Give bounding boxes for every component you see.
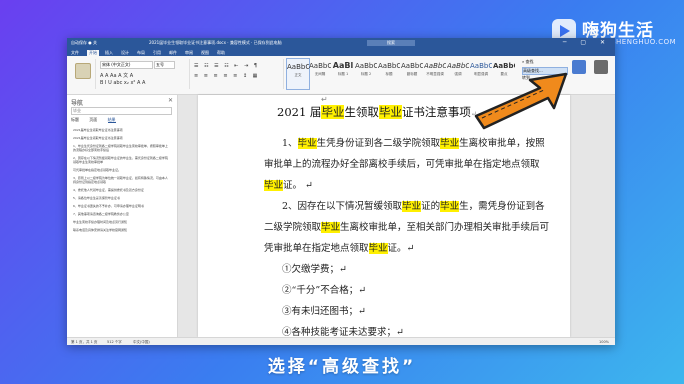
style-heading1[interactable]: AaBl 标题 1 — [332, 58, 354, 88]
para1-line3: 毕业证。 ↵ — [264, 180, 313, 191]
nav-title: 导航 — [71, 100, 84, 107]
title-search-box[interactable]: 搜索 — [367, 40, 415, 46]
nav-tab-results[interactable]: 结果 — [107, 117, 116, 123]
align-buttons[interactable]: ≡ ≡ ≡ ≡ ≡ ↕ ▦ — [194, 73, 259, 79]
list-item[interactable]: 联系电话及具体安排请关注学校官网通知 — [73, 228, 169, 232]
nav-tab-pages[interactable]: 页面 — [89, 117, 97, 122]
list-item[interactable]: 1、毕业生凭身份证到各二级学院领取毕业生离校审批单，按照审批单上的流程办好全部离… — [73, 144, 169, 152]
nav-search-input[interactable]: 毕业 — [71, 107, 172, 115]
document-title: 2021届毕业生领取毕业证书注意事项.docx · 兼容性模式 · 已保存到此电… — [149, 40, 282, 45]
list-item[interactable]: 6、毕业证书遗失的不予补办，可申请办理毕业证明书 — [73, 204, 169, 208]
status-words[interactable]: 512 个字 — [107, 340, 122, 345]
list-item[interactable]: 7、其他事项请咨询各二级学院教务办公室 — [73, 212, 169, 216]
nav-tab-headings[interactable]: 标题 — [71, 117, 79, 122]
style-title[interactable]: AaBbC 标题 — [378, 58, 400, 88]
clipboard-group — [69, 59, 96, 89]
style-normal[interactable]: AaBbC 正文 — [286, 58, 310, 90]
title-bar: 自动保存 ● 关 2021届毕业生领取毕业证书注意事项.docx · 兼容性模式… — [67, 38, 615, 48]
style-subtitle[interactable]: AaBbC 副标题 — [401, 58, 423, 88]
para2-line2: 二级学院领取毕业生离校审批单，至相关部门办理相关审批手续后可 — [264, 222, 550, 233]
status-bar: 第 1 页，共 1 页 512 个字 中文(中国) 100% — [67, 337, 615, 345]
style-heading2[interactable]: AaBbC 标题 2 — [355, 58, 377, 88]
style-emphasis[interactable]: AaBbC 强调 — [447, 58, 469, 88]
style-subtle-emphasis[interactable]: AaBbC 不明显强调 — [424, 58, 446, 88]
list-item-2: ②“千分”不合格；↵ — [282, 285, 367, 296]
paragraph-buttons[interactable]: ☰ ☷ ☰ ☷ ⇤ ⇥ ¶ — [194, 63, 259, 69]
list-item[interactable]: 2、因存在以下情况暂缓领取毕业证的毕业生，需凭身份证到各二级学院领取毕业生离校审… — [73, 156, 169, 164]
para1-line2: 审批单上的流程办好全部离校手续后，可凭审批单在指定地点领取 — [264, 159, 540, 170]
dictate-icon[interactable] — [572, 60, 586, 74]
subtitle-caption: 选择“高级查找” — [267, 357, 417, 377]
return-mark: ↵ — [321, 95, 328, 104]
list-item[interactable]: 毕业生离校手续办理时间及地点另行通知 — [73, 220, 169, 224]
zoom-level[interactable]: 100% — [599, 340, 609, 344]
status-language[interactable]: 中文(中国) — [133, 340, 150, 345]
pointer-arrow-icon — [474, 72, 568, 130]
nav-results-list: 2021届毕业生领取毕业证书注意事项 2021届毕业生领取毕业证书注意事项 1、… — [73, 128, 169, 236]
style-no-spacing[interactable]: AaBbC 无间隔 — [309, 58, 331, 88]
editor-icon[interactable] — [594, 60, 608, 74]
para1-line1: 1、毕业生凭身份证到各二级学院领取毕业生离校审批单，按照 — [282, 138, 545, 149]
font-name-select[interactable]: 宋体 (中文正文) — [100, 61, 153, 69]
paragraph-group: ☰ ☷ ☰ ☷ ⇤ ⇥ ¶ ≡ ≡ ≡ ≡ ≡ ↕ ▦ — [191, 59, 284, 89]
font-group: 宋体 (中文正文) 五号 A A Aa A 文 A B I U abc x₂ x… — [97, 59, 190, 89]
list-item[interactable]: 3、原则上以二级学院为单位统一领取毕业证，如有特殊情况，可由本人持身份证到指定地… — [73, 176, 169, 184]
list-item[interactable]: 4、委托他人代领毕业证，需提供委托书及双方身份证 — [73, 188, 169, 192]
font-size-select[interactable]: 五号 — [154, 61, 175, 69]
list-item[interactable]: 2021届毕业生领取毕业证书注意事项 — [73, 136, 169, 140]
navigation-pane: 导航 ✕ 毕业 标题 页面 结果 2021届毕业生领取毕业证书注意事项 2021… — [67, 95, 178, 337]
window-controls[interactable]: ─ ▢ ✕ — [563, 39, 611, 46]
para2-line3: 凭审批单在指定地点领取毕业证。↵ — [264, 243, 415, 254]
list-item[interactable]: 2021届毕业生领取毕业证书注意事项 — [73, 128, 169, 132]
list-item[interactable]: 5、请各位毕业生妥善保管毕业证书 — [73, 196, 169, 200]
format-buttons-row1[interactable]: A A Aa A 文 A — [100, 72, 133, 79]
format-buttons-row2[interactable]: B I U abc x₂ x² A A — [100, 80, 145, 86]
list-item[interactable]: 可凭审批单在指定地点领取毕业证。 — [73, 168, 169, 172]
nav-tabs: 标题 页面 结果 — [71, 117, 125, 123]
status-page[interactable]: 第 1 页，共 1 页 — [71, 340, 97, 345]
list-item-3: ③有未归还图书；↵ — [282, 306, 366, 317]
ribbon-tabs: 文件 开始 插入 设计 布局 引用 邮件 审阅 视图 帮助 — [67, 48, 615, 56]
close-icon[interactable]: ✕ — [168, 97, 173, 104]
autosave-toggle[interactable]: 自动保存 ● 关 — [71, 40, 97, 46]
search-icon: ⌕ — [522, 59, 525, 64]
para2-line1: 2、因存在以下情况暂缓领取毕业证的毕业生，需凭身份证到各 — [282, 201, 545, 212]
list-item-1: ①欠缴学费；↵ — [282, 264, 347, 275]
paste-icon[interactable] — [75, 63, 91, 79]
find-button[interactable]: ⌕ 查找 — [522, 59, 566, 65]
